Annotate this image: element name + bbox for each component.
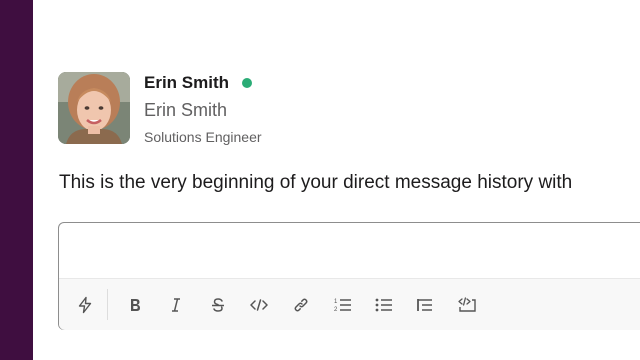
code-block-icon[interactable] [453, 291, 481, 319]
avatar-image [58, 72, 130, 144]
history-intro-text: This is the very beginning of your direc… [59, 172, 573, 193]
display-name[interactable]: Erin Smith [144, 73, 229, 93]
dm-profile-header: Erin Smith Erin Smith Solutions Engineer [58, 72, 262, 145]
ordered-list-icon[interactable]: 12 [329, 291, 357, 319]
status-active-icon [242, 78, 253, 88]
shortcuts-icon[interactable] [71, 291, 99, 319]
svg-text:2: 2 [334, 307, 338, 313]
message-input[interactable] [59, 223, 640, 277]
italic-icon[interactable] [162, 291, 190, 319]
bold-icon[interactable] [121, 291, 149, 319]
code-icon[interactable] [245, 291, 273, 319]
formatting-toolbar: 12 [59, 278, 640, 330]
workspace-sidebar [0, 0, 33, 360]
message-composer: 12 [58, 222, 640, 330]
toolbar-divider [107, 289, 108, 320]
avatar[interactable] [58, 72, 130, 144]
profile-info: Erin Smith Erin Smith Solutions Engineer [144, 72, 262, 145]
job-title: Solutions Engineer [144, 129, 262, 145]
svg-text:1: 1 [334, 299, 338, 305]
strikethrough-icon[interactable] [204, 291, 232, 319]
bulleted-list-icon[interactable] [370, 291, 398, 319]
link-icon[interactable] [287, 291, 315, 319]
name-row: Erin Smith [144, 72, 262, 94]
dm-channel-view: Erin Smith Erin Smith Solutions Engineer… [33, 0, 640, 360]
full-name: Erin Smith [144, 100, 228, 120]
blockquote-icon[interactable] [411, 291, 439, 319]
